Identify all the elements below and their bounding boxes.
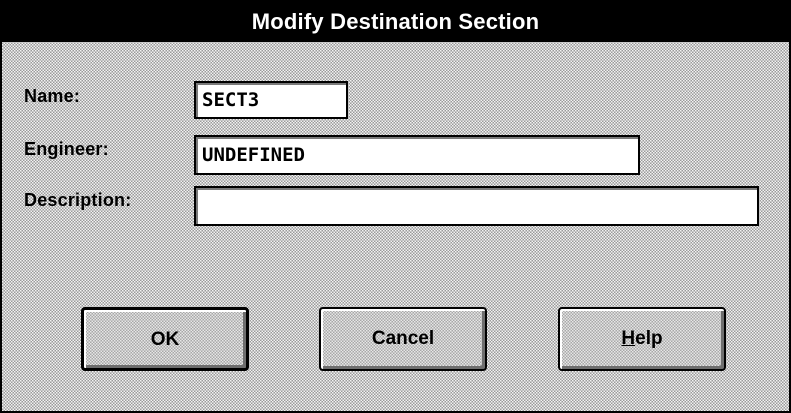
ok-button[interactable]: OK	[81, 307, 249, 371]
dialog-title-bar[interactable]: Modify Destination Section	[2, 2, 789, 42]
engineer-input[interactable]	[194, 135, 640, 175]
description-input[interactable]	[194, 186, 759, 226]
cancel-button[interactable]: Cancel	[319, 307, 487, 371]
help-button[interactable]: Help	[558, 307, 726, 371]
engineer-label: Engineer:	[24, 139, 109, 159]
name-input[interactable]	[194, 81, 348, 119]
modify-destination-section-dialog: Modify Destination Section Name: Enginee…	[0, 0, 791, 413]
description-label: Description:	[24, 190, 132, 210]
dialog-title: Modify Destination Section	[251, 9, 540, 34]
help-label-rest: elp	[635, 328, 663, 349]
help-mnemonic: H	[621, 328, 636, 349]
name-label: Name:	[24, 86, 81, 106]
